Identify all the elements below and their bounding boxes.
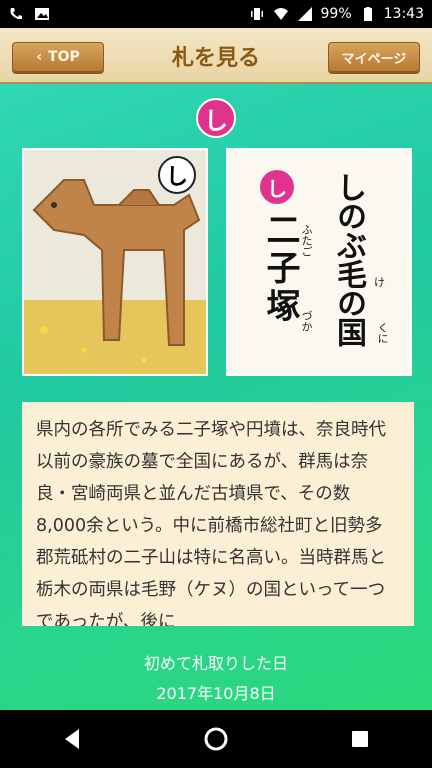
battery-icon [363,7,372,21]
ruby-kuni: くに [376,322,389,344]
ruby-zuka: づか [300,310,313,332]
signal-icon [297,7,312,21]
recent-square-icon [352,731,368,747]
back-button[interactable] [52,719,92,759]
image-icon [35,8,49,20]
description-box[interactable]: 県内の各所でみる二子塚や円墳は、奈良時代以前の豪族の墓で全国にあるが、群馬は奈良… [22,402,414,626]
main-content: し し し しのぶ毛の国 二子塚 け くに ふたご づか 県内の各所でみる二子塚… [0,84,432,710]
text-card[interactable]: し しのぶ毛の国 二子塚 け くに ふたご づか [226,148,412,376]
text-card-hiragana: し [260,170,294,204]
wifi-icon [273,8,288,20]
home-button[interactable] [196,719,236,759]
battery-percent: 99% [320,6,352,22]
mypage-button[interactable]: マイページ [328,42,420,72]
system-nav-bar [0,710,432,768]
ruby-ke: け [374,276,385,289]
verse-line-1: しのぶ毛の国 [331,172,366,346]
first-taken-date: 2017年10月8日 [156,684,276,703]
app-header: ‹ TOP 札を見る マイページ [0,28,432,84]
hiragana-badge: し [196,98,236,138]
verse-line-2: 二子塚 [260,212,300,326]
ruby-futago: ふたご [300,224,313,257]
first-taken-label: 初めて札取りした日 [143,654,288,673]
recent-apps-button[interactable] [340,719,380,759]
picture-card[interactable]: し [22,148,208,376]
phone-icon [10,8,22,20]
home-circle-icon [204,727,228,751]
vibrate-icon [250,8,263,20]
picture-card-hiragana: し [158,156,196,194]
clock-time: 13:43 [383,6,424,22]
back-triangle-icon [65,729,79,749]
status-bar: 99% 13:43 [0,0,432,28]
